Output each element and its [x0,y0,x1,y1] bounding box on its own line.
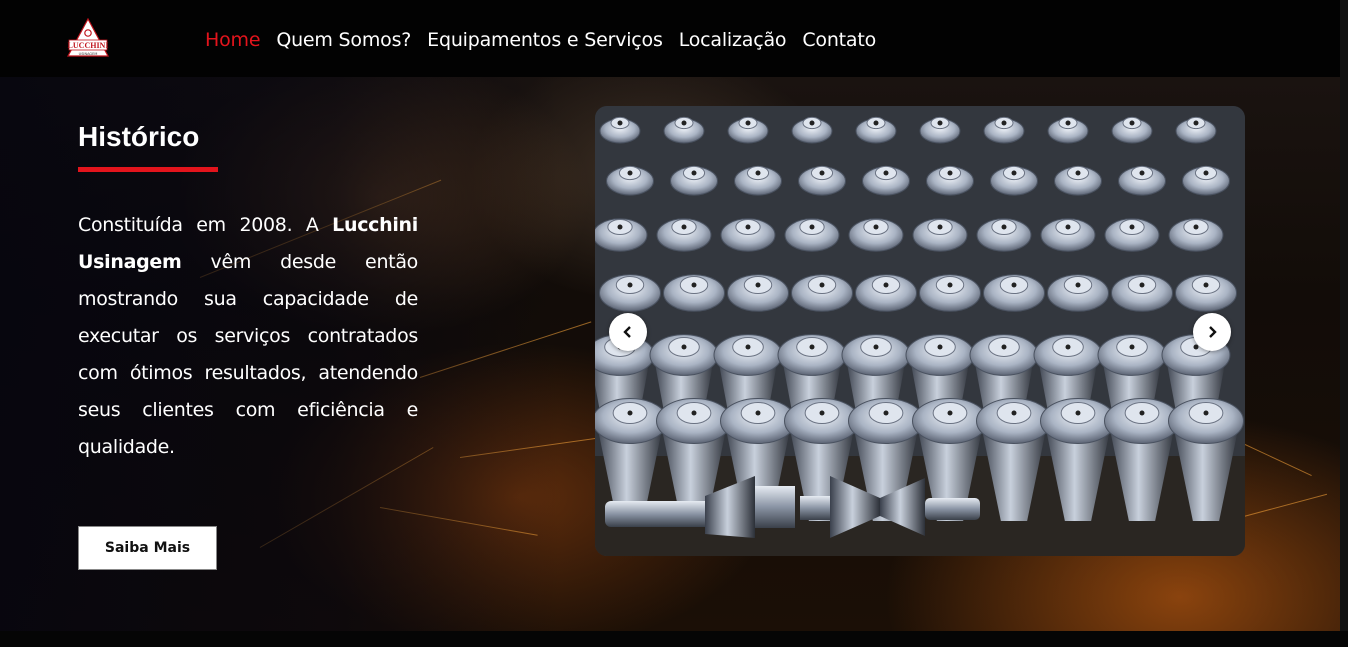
top-navbar: LUCCHINI USINAGEM Home Quem Somos? Equip… [0,0,1348,77]
nav-localizacao[interactable]: Localização [679,28,787,52]
chevron-right-icon [1209,326,1217,338]
chevron-left-icon [623,326,631,338]
carousel-image [595,106,1245,556]
nav-contato[interactable]: Contato [802,28,876,52]
image-carousel[interactable] [595,106,1245,556]
nav-quem-somos[interactable]: Quem Somos? [276,28,411,52]
title-underline [78,167,218,172]
carousel-next-button[interactable] [1193,313,1231,351]
section-title: Histórico [78,121,200,152]
saiba-mais-button[interactable]: Saiba Mais [78,526,217,570]
nav-home[interactable]: Home [205,28,261,52]
desc-part2: vêm desde então mostrando sua capacidade… [78,251,418,458]
carousel-prev-button[interactable] [609,313,647,351]
page-scrollbar[interactable] [1340,0,1348,631]
lucchini-logo[interactable]: LUCCHINI USINAGEM [66,17,110,58]
bottom-edge [0,631,1348,647]
main-nav: Home Quem Somos? Equipamentos e Serviços… [205,28,892,52]
logo-subtext: USINAGEM [79,52,98,56]
logo-text: LUCCHINI [68,41,109,50]
nav-equipamentos-servicos[interactable]: Equipamentos e Serviços [427,28,663,52]
section-description: Constituída em 2008. A Lucchini Usinagem… [78,207,418,466]
desc-part1: Constituída em 2008. A [78,214,333,236]
